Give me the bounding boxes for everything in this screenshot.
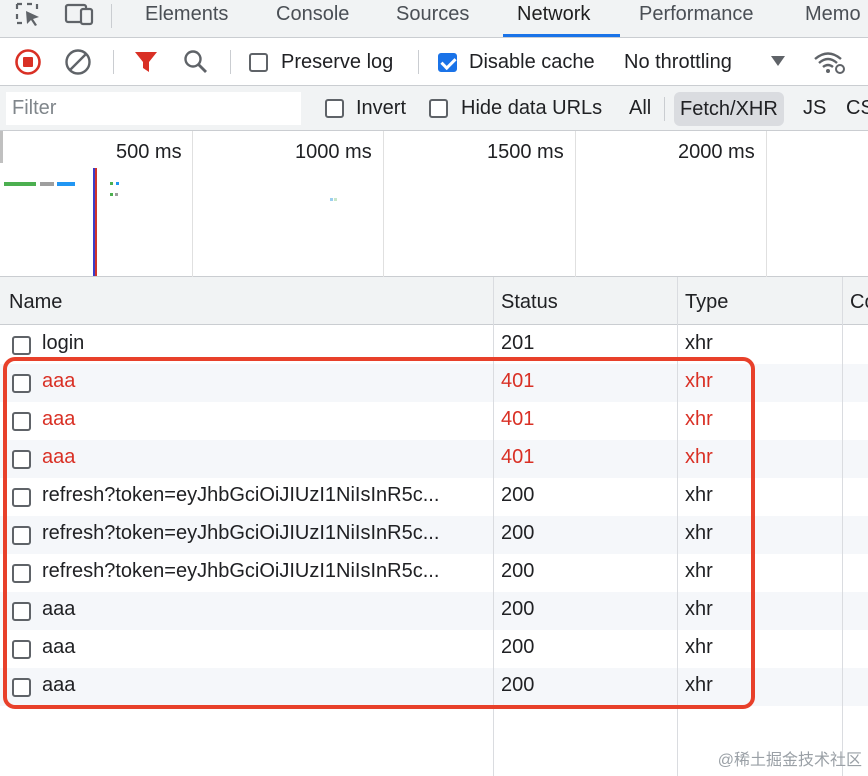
type-filter-css[interactable]: CS: [846, 97, 868, 120]
request-name: aaa: [42, 370, 76, 392]
request-name: aaa: [42, 636, 76, 658]
toolbar-separator: [230, 50, 231, 74]
wifi-settings-icon[interactable]: [812, 48, 846, 76]
inspect-icon[interactable]: [14, 0, 44, 28]
devtools-tabbar: Elements Console Sources Network Perform…: [0, 0, 868, 38]
column-header-name[interactable]: Name: [9, 291, 62, 314]
tab-memory[interactable]: Memo: [805, 3, 861, 26]
type-filter-fetch-xhr[interactable]: Fetch/XHR: [674, 92, 784, 126]
hide-data-urls-label: Hide data URLs: [461, 97, 603, 119]
invert-label: Invert: [356, 97, 407, 119]
filter-input[interactable]: [6, 92, 301, 125]
preserve-log-checkbox[interactable]: [249, 53, 268, 72]
request-name: login: [42, 332, 85, 354]
request-type: xhr: [685, 332, 713, 354]
tab-console[interactable]: Console: [276, 3, 349, 26]
request-name: aaa: [42, 674, 76, 696]
request-name: refresh?token=eyJhbGciOiJIUzI1NiIsInR5c.…: [42, 484, 440, 506]
row-checkbox[interactable]: [12, 488, 31, 507]
request-type: xhr: [685, 408, 713, 430]
filter-separator: [664, 97, 665, 121]
request-status: 401: [501, 446, 535, 468]
request-status: 401: [501, 408, 535, 430]
table-row[interactable]: login 201 xhr: [0, 326, 868, 364]
filter-icon[interactable]: [132, 48, 160, 76]
network-toolbar: Preserve log Disable cache No throttling: [0, 38, 868, 86]
table-row[interactable]: refresh?token=eyJhbGciOiJIUzI1NiIsInR5c.…: [0, 478, 868, 516]
toolbar-separator: [113, 50, 114, 74]
tab-network[interactable]: Network: [517, 3, 590, 26]
request-type: xhr: [685, 598, 713, 620]
request-status: 200: [501, 522, 535, 544]
table-row[interactable]: aaa 200 xhr: [0, 592, 868, 630]
request-type: xhr: [685, 484, 713, 506]
table-row[interactable]: aaa 401 xhr: [0, 402, 868, 440]
request-type: xhr: [685, 636, 713, 658]
watermark: @稀土掘金技术社区: [717, 752, 862, 769]
type-filter-js[interactable]: JS: [803, 97, 826, 120]
table-row[interactable]: aaa 200 xhr: [0, 630, 868, 668]
table-row[interactable]: refresh?token=eyJhbGciOiJIUzI1NiIsInR5c.…: [0, 516, 868, 554]
request-name: refresh?token=eyJhbGciOiJIUzI1NiIsInR5c.…: [42, 560, 440, 582]
request-status: 200: [501, 598, 535, 620]
tab-sources[interactable]: Sources: [396, 3, 469, 26]
request-name: aaa: [42, 446, 76, 468]
active-tab-indicator: [503, 34, 620, 37]
row-checkbox[interactable]: [12, 374, 31, 393]
overview-request-bars: [4, 168, 337, 276]
preserve-log-label: Preserve log: [281, 51, 394, 73]
row-checkbox[interactable]: [12, 564, 31, 583]
tab-performance[interactable]: Performance: [639, 3, 754, 26]
request-name: aaa: [42, 598, 76, 620]
column-resizer[interactable]: [677, 277, 678, 776]
row-checkbox[interactable]: [12, 450, 31, 469]
row-checkbox[interactable]: [12, 602, 31, 621]
table-row[interactable]: aaa 401 xhr: [0, 364, 868, 402]
type-filter-all[interactable]: All: [629, 97, 651, 120]
request-name: aaa: [42, 408, 76, 430]
request-type: xhr: [685, 446, 713, 468]
request-status: 200: [501, 636, 535, 658]
request-table-header: [0, 277, 868, 325]
request-status: 200: [501, 674, 535, 696]
request-status: 200: [501, 560, 535, 582]
request-status: 200: [501, 484, 535, 506]
column-resizer[interactable]: [493, 277, 494, 776]
request-type: xhr: [685, 522, 713, 544]
row-checkbox[interactable]: [12, 678, 31, 697]
throttling-select[interactable]: No throttling: [624, 51, 732, 74]
column-resizer[interactable]: [842, 277, 843, 776]
search-icon[interactable]: [182, 48, 210, 76]
disable-cache-checkbox[interactable]: [438, 53, 457, 72]
row-checkbox[interactable]: [12, 336, 31, 355]
column-header-connection[interactable]: Co: [850, 291, 868, 314]
request-status: 401: [501, 370, 535, 392]
column-header-status[interactable]: Status: [501, 291, 558, 314]
table-row[interactable]: refresh?token=eyJhbGciOiJIUzI1NiIsInR5c.…: [0, 554, 868, 592]
request-name: refresh?token=eyJhbGciOiJIUzI1NiIsInR5c.…: [42, 522, 440, 544]
clear-icon[interactable]: [64, 48, 92, 76]
overview-timeline[interactable]: 500 ms 1000 ms 1500 ms 2000 ms: [0, 131, 868, 277]
request-type: xhr: [685, 370, 713, 392]
request-type: xhr: [685, 560, 713, 582]
disable-cache-label: Disable cache: [469, 51, 595, 73]
invert-checkbox[interactable]: [325, 99, 344, 118]
tab-separator: [111, 4, 112, 28]
toolbar-separator: [418, 50, 419, 74]
request-type: xhr: [685, 674, 713, 696]
hide-data-urls-checkbox[interactable]: [429, 99, 448, 118]
row-checkbox[interactable]: [12, 526, 31, 545]
chevron-down-icon[interactable]: [771, 56, 785, 66]
device-toggle-icon[interactable]: [63, 0, 97, 28]
table-row[interactable]: aaa 200 xhr: [0, 668, 868, 706]
table-row[interactable]: aaa 401 xhr: [0, 440, 868, 478]
record-stop-icon[interactable]: [14, 48, 42, 76]
tab-elements[interactable]: Elements: [145, 3, 228, 26]
row-checkbox[interactable]: [12, 412, 31, 431]
request-status: 201: [501, 332, 535, 354]
column-header-type[interactable]: Type: [685, 291, 728, 314]
row-checkbox[interactable]: [12, 640, 31, 659]
